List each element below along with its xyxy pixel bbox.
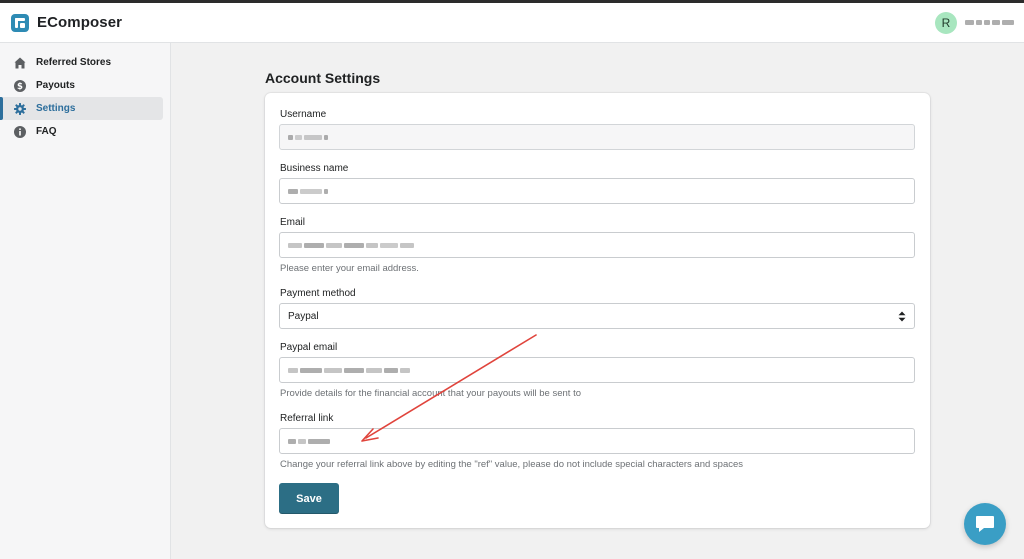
paypal-email-field[interactable] <box>279 357 915 383</box>
account-settings-card: Username Business name Email Please ente… <box>265 93 930 528</box>
chat-button[interactable] <box>964 503 1006 545</box>
sidebar-item-label: Settings <box>36 103 76 114</box>
email-label: Email <box>280 217 306 228</box>
gear-icon <box>14 102 26 115</box>
payment-method-value: Paypal <box>288 310 319 322</box>
user-menu[interactable]: R <box>935 11 1014 34</box>
sidebar-item-label: FAQ <box>36 126 57 137</box>
payment-method-label: Payment method <box>280 288 356 299</box>
paypal-email-help: Provide details for the financial accoun… <box>280 388 582 399</box>
username-field <box>279 124 915 150</box>
sidebar-item-settings[interactable]: Settings <box>0 97 163 120</box>
referral-link-field[interactable] <box>279 428 915 454</box>
sidebar: Referred Stores $ Payouts Settings FAQ <box>0 43 171 559</box>
email-help: Please enter your email address. <box>280 263 419 274</box>
avatar[interactable]: R <box>935 11 957 34</box>
referral-link-help: Change your referral link above by editi… <box>280 459 744 470</box>
user-name-redacted <box>965 20 1014 25</box>
sidebar-item-label: Payouts <box>36 80 75 91</box>
business-name-label: Business name <box>280 163 349 174</box>
business-name-field[interactable] <box>279 178 915 204</box>
main-content: Account Settings Username Business name … <box>171 43 1024 559</box>
payment-method-select[interactable]: Paypal <box>279 303 915 329</box>
save-button[interactable]: Save <box>279 483 339 514</box>
sidebar-item-faq[interactable]: FAQ <box>0 120 163 143</box>
dollar-icon: $ <box>14 79 26 92</box>
page-title: Account Settings <box>265 70 381 86</box>
top-bar: EComposer R <box>0 0 1024 43</box>
paypal-email-label: Paypal email <box>280 342 338 353</box>
chat-bubble-icon <box>976 516 994 532</box>
sidebar-item-label: Referred Stores <box>36 57 112 68</box>
brand-name: EComposer <box>37 14 123 31</box>
username-label: Username <box>280 109 327 120</box>
sidebar-item-referred-stores[interactable]: Referred Stores <box>0 51 163 74</box>
referral-link-label: Referral link <box>280 413 334 424</box>
brand[interactable]: EComposer <box>11 13 123 32</box>
select-arrows-icon <box>898 311 906 322</box>
svg-text:$: $ <box>17 82 23 92</box>
ecomposer-logo-icon <box>11 13 29 32</box>
home-icon <box>14 57 26 69</box>
email-field[interactable] <box>279 232 915 258</box>
info-icon <box>14 125 26 138</box>
sidebar-item-payouts[interactable]: $ Payouts <box>0 74 163 97</box>
